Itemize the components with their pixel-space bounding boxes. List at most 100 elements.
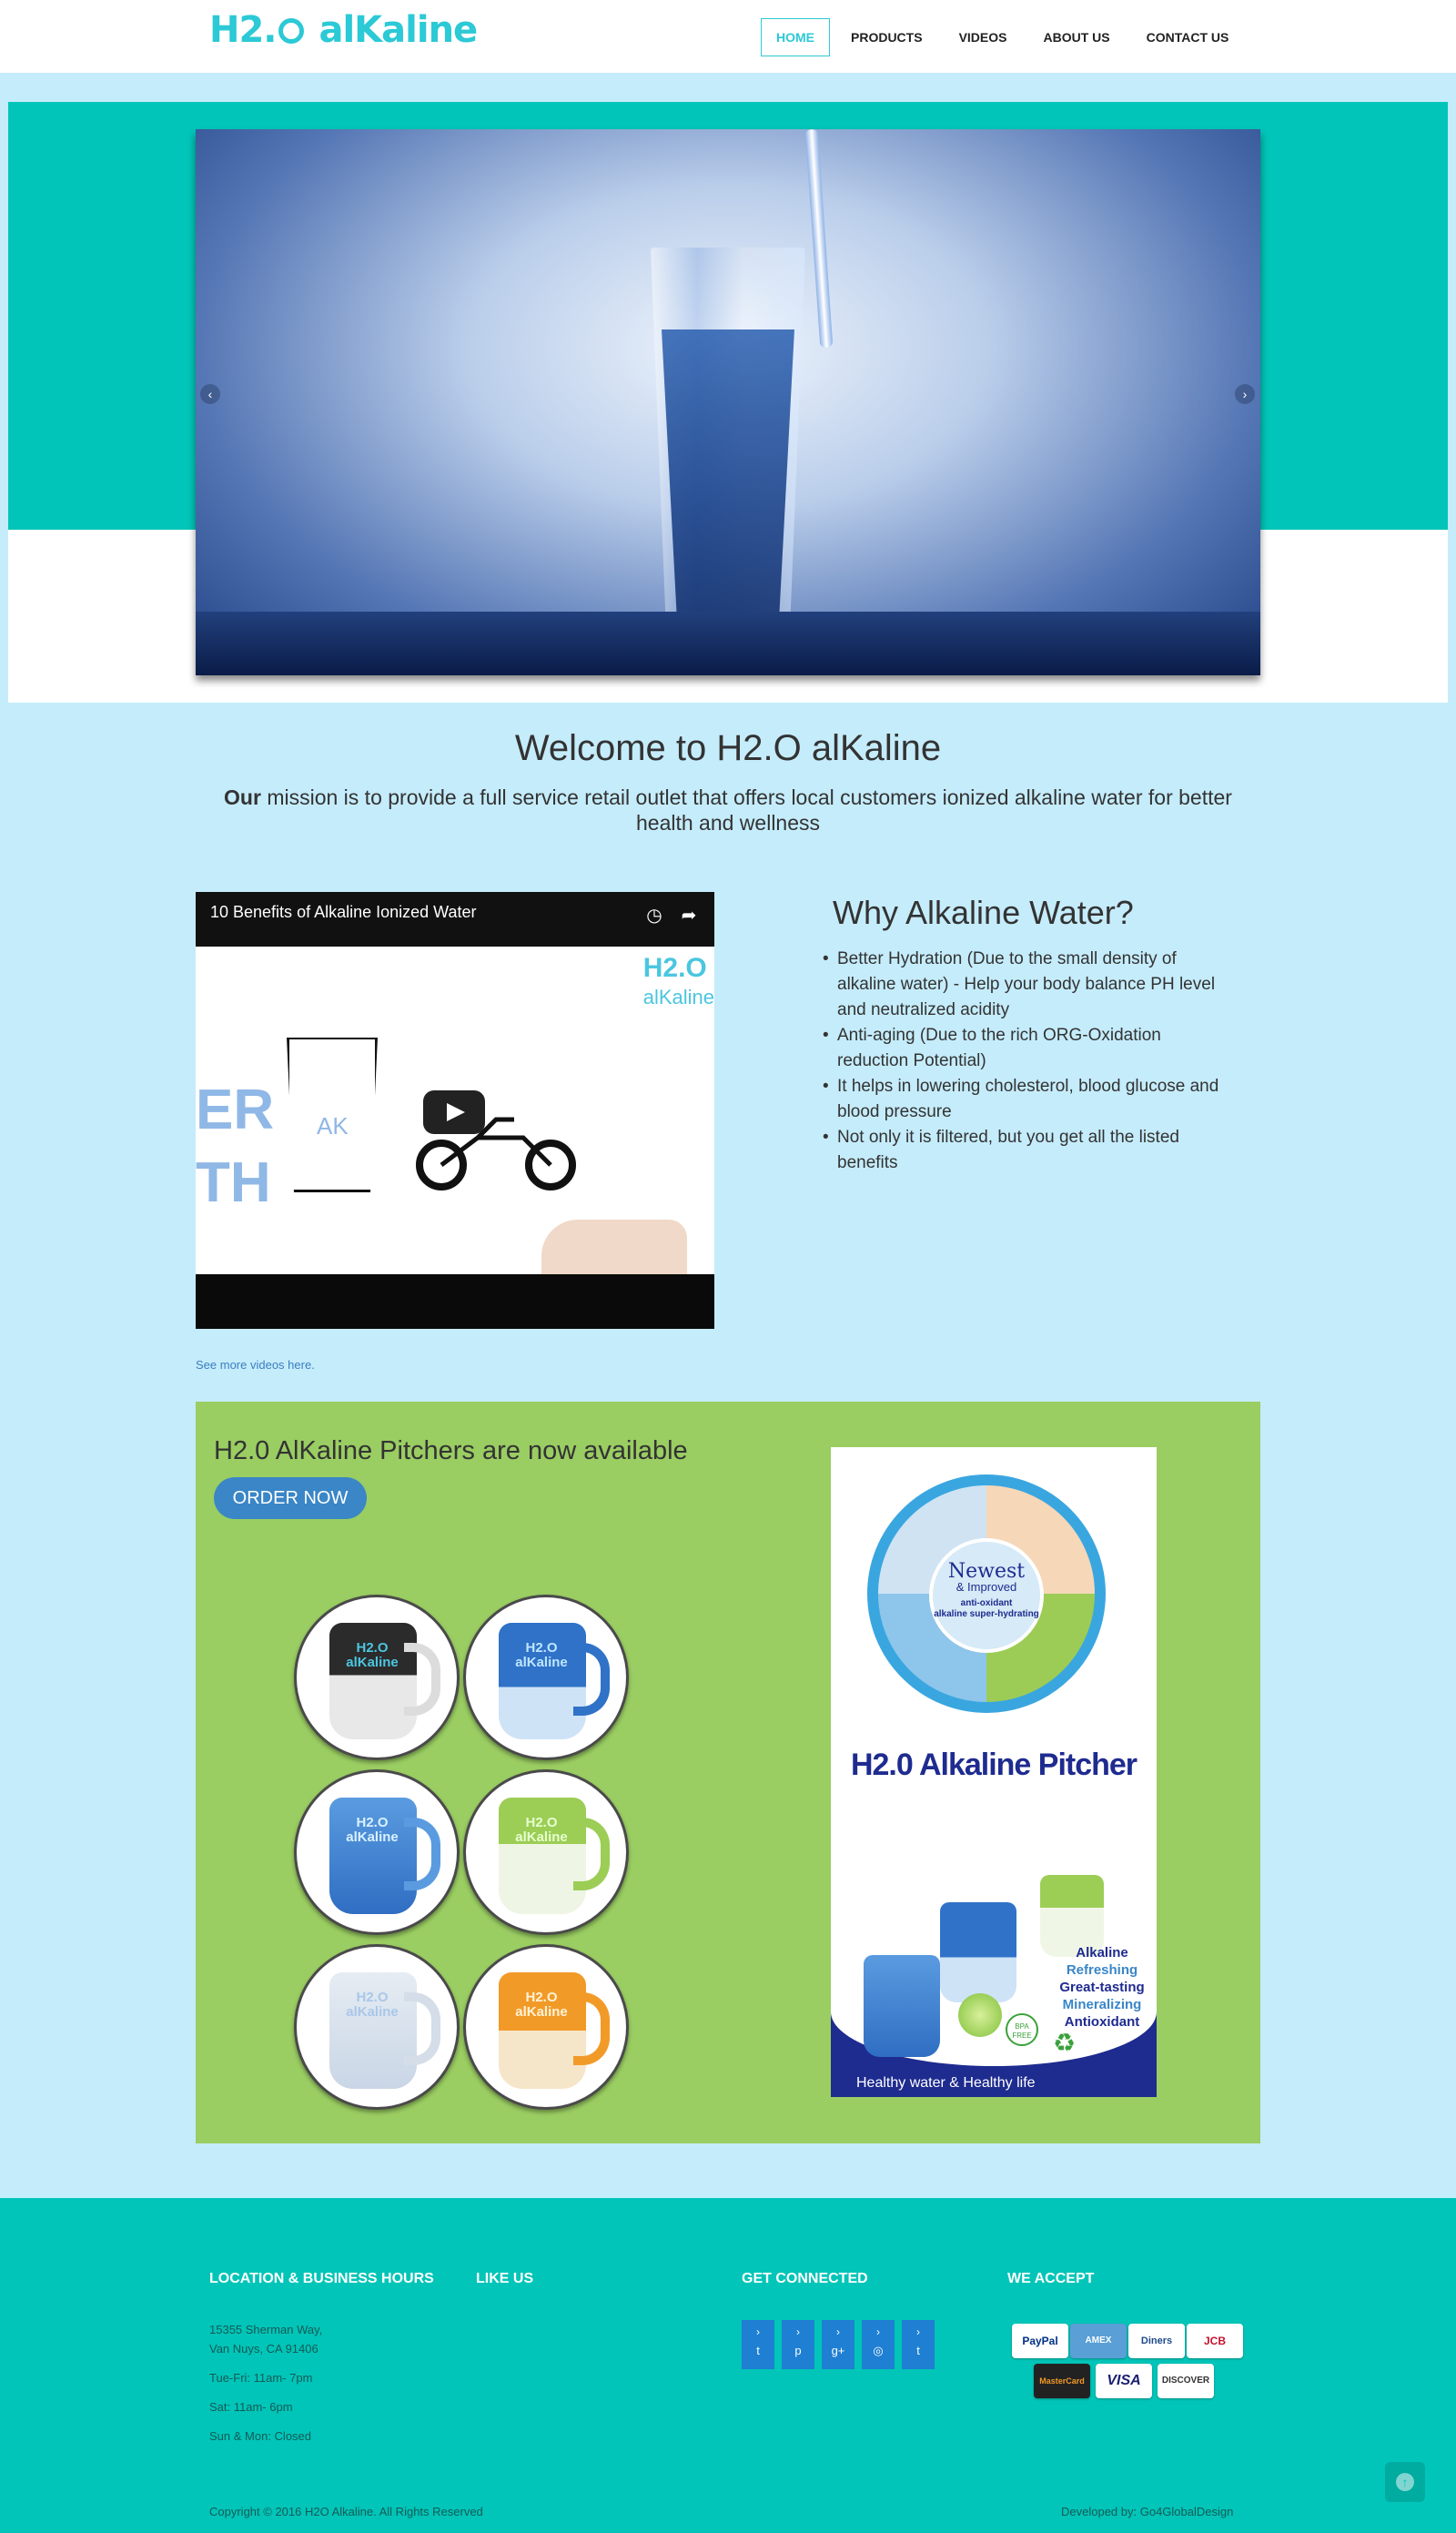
pitcher-orange-image[interactable]: H2.O alKaline bbox=[463, 1944, 629, 2110]
nav-about-us[interactable]: ABOUT US bbox=[1027, 18, 1125, 56]
why-alkaline-title: Why Alkaline Water? bbox=[833, 894, 1134, 931]
lime-image bbox=[958, 1993, 1002, 2037]
pitcher-black-image[interactable]: H2.O alKaline bbox=[294, 1595, 460, 1760]
address-line-2: Van Nuys, CA 91406 bbox=[209, 2342, 318, 2356]
order-now-button[interactable]: ORDER NOW bbox=[214, 1477, 367, 1519]
video-title: 10 Benefits of Alkaline Ionized Water bbox=[210, 903, 477, 921]
google-plus-glyph: g+ bbox=[831, 2344, 845, 2357]
site-footer: LOCATION & BUSINESS HOURS LIKE US GET CO… bbox=[0, 2198, 1456, 2533]
video-brand-bottom: alKaline bbox=[642, 986, 714, 1008]
tumblr-icon[interactable]: › t bbox=[902, 2320, 935, 2369]
video-bottom-bar bbox=[196, 1274, 714, 1329]
share-icon[interactable]: ➦ bbox=[678, 905, 700, 927]
water-in-glass bbox=[662, 329, 794, 630]
pitchers-section: H2.0 AlKaline Pitchers are now available… bbox=[196, 1402, 1260, 2143]
bpa-free-badge: BPA FREE bbox=[1006, 2013, 1038, 2046]
developer-credit[interactable]: Developed by: Go4GlobalDesign bbox=[1061, 2505, 1233, 2518]
address-line-1: 15355 Sherman Way, bbox=[209, 2323, 323, 2336]
pinterest-icon[interactable]: › p bbox=[782, 2320, 814, 2369]
poster-improved: & Improved bbox=[956, 1580, 1017, 1594]
pitcher-logo: H2.O alKaline bbox=[346, 1815, 399, 1845]
pitcher-logo: H2.O alKaline bbox=[515, 1640, 568, 1670]
instagram-glyph: ◎ bbox=[873, 2344, 884, 2357]
table-surface bbox=[196, 612, 1260, 675]
water-stream bbox=[804, 129, 834, 349]
nav-contact-us[interactable]: CONTACT US bbox=[1131, 18, 1245, 56]
watch-later-icon[interactable]: ◷ bbox=[643, 905, 665, 927]
pitcher-logo: H2.O alKaline bbox=[515, 1990, 568, 2020]
welcome-title: Welcome to H2.O alKaline bbox=[514, 728, 942, 768]
get-connected-heading: GET CONNECTED bbox=[742, 2271, 868, 2286]
pitcher-poster[interactable]: Newest & Improved anti-oxidant alkaline … bbox=[831, 1447, 1157, 2097]
pitcher-logo: H2.O alKaline bbox=[346, 1990, 399, 2020]
water-drop-icon bbox=[278, 18, 304, 44]
site-header: H2. alKaline HOME PRODUCTS VIDEOS ABOUT … bbox=[0, 0, 1456, 73]
list-item: It helps in lowering cholesterol, blood … bbox=[823, 1074, 1219, 1125]
poster-tagline-2: alkaline super-hydrating bbox=[934, 1609, 1039, 1619]
pitchers-title: H2.0 AlKaline Pitchers are now available bbox=[214, 1436, 688, 1465]
pitcher-handle bbox=[404, 1818, 440, 1890]
sketch-glass: AK bbox=[287, 1038, 378, 1192]
logo-h2: H2. bbox=[209, 9, 278, 51]
video-brand-top: H2.O bbox=[642, 953, 707, 983]
discover-icon: DISCOVER bbox=[1158, 2364, 1214, 2398]
pitcher-logo: H2.O alKaline bbox=[515, 1815, 568, 1845]
feature-antioxidant: Antioxidant bbox=[1064, 2014, 1140, 2030]
pitcher-blue-image[interactable]: H2.O alKaline bbox=[463, 1595, 629, 1760]
pitcher-handle bbox=[573, 1643, 610, 1716]
pinterest-glyph: p bbox=[794, 2344, 802, 2357]
feature-great-tasting: Great-tasting bbox=[1059, 1980, 1145, 1995]
poster-pitcher-light-blue bbox=[864, 1955, 940, 2057]
jcb-icon: JCB bbox=[1187, 2324, 1243, 2358]
pitcher-handle bbox=[404, 1643, 440, 1716]
address: 15355 Sherman Way, Van Nuys, CA 91406 bbox=[209, 2320, 322, 2358]
pitcher-handle bbox=[573, 1992, 610, 2065]
video-side-text: ER TH bbox=[196, 1079, 275, 1214]
pitcher-logo: H2.O alKaline bbox=[346, 1640, 399, 1670]
nav-videos[interactable]: VIDEOS bbox=[944, 18, 1023, 56]
twitter-icon[interactable]: › t bbox=[742, 2320, 774, 2369]
slider-prev-arrow[interactable]: ‹ bbox=[200, 384, 220, 404]
play-button[interactable] bbox=[423, 1090, 485, 1134]
twitter-glyph: t bbox=[756, 2344, 760, 2357]
google-plus-icon[interactable]: › g+ bbox=[822, 2320, 854, 2369]
like-us-heading: LIKE US bbox=[476, 2271, 534, 2286]
copyright: Copyright © 2016 H2O Alkaline. All Right… bbox=[209, 2505, 483, 2518]
location-heading: LOCATION & BUSINESS HOURS bbox=[209, 2271, 434, 2286]
feature-refreshing: Refreshing bbox=[1066, 1962, 1138, 1978]
poster-tagline-1: anti-oxidant bbox=[960, 1598, 1013, 1608]
logo[interactable]: H2. alKaline bbox=[209, 9, 478, 51]
see-more-videos-link[interactable]: See more videos here. bbox=[196, 1358, 315, 1372]
paypal-icon: PayPal bbox=[1012, 2324, 1068, 2358]
pitcher-green-image[interactable]: H2.O alKaline bbox=[463, 1769, 629, 1935]
pitcher-handle bbox=[573, 1818, 610, 1890]
diners-club-icon: Diners bbox=[1128, 2324, 1185, 2358]
arrow-up-icon: ↑ bbox=[1396, 2473, 1414, 2491]
benefits-list: Better Hydration (Due to the small densi… bbox=[823, 947, 1219, 1176]
instagram-icon[interactable]: › ◎ bbox=[862, 2320, 895, 2369]
pitcher-white-image[interactable]: H2.O alKaline bbox=[294, 1944, 460, 2110]
feature-mineralizing: Mineralizing bbox=[1062, 1997, 1142, 2012]
tumblr-glyph: t bbox=[916, 2344, 920, 2357]
poster-title: H2.0 Alkaline Pitcher bbox=[850, 1748, 1138, 1782]
poster-features: Alkaline Refreshing Great-tasting Minera… bbox=[1047, 1944, 1157, 2031]
slider-next-arrow[interactable]: › bbox=[1235, 384, 1255, 404]
scroll-to-top-button[interactable]: ↑ bbox=[1385, 2462, 1425, 2502]
feature-alkaline: Alkaline bbox=[1076, 1945, 1128, 1961]
poster-newest: Newest bbox=[947, 1560, 1026, 1583]
we-accept-heading: WE ACCEPT bbox=[1007, 2271, 1095, 2286]
visa-icon: VISA bbox=[1096, 2364, 1152, 2398]
video-player[interactable]: H2.O alKaline ER TH AK 10 Benefits of Alka… bbox=[196, 892, 714, 1329]
main-nav: HOME PRODUCTS VIDEOS ABOUT US CONTACT US bbox=[761, 18, 1249, 56]
sketch-glass-label: AK bbox=[317, 1112, 349, 1140]
poster-footer-text: Healthy water & Healthy life bbox=[856, 2075, 1036, 2091]
recycle-icon: ♻ bbox=[1053, 2029, 1077, 2057]
nav-products[interactable]: PRODUCTS bbox=[835, 18, 938, 56]
pitcher-handle bbox=[404, 1992, 440, 2065]
video-title-bar: 10 Benefits of Alkaline Ionized Water ◷ … bbox=[196, 892, 714, 947]
pitcher-light-blue-image[interactable]: H2.O alKaline bbox=[294, 1769, 460, 1935]
list-item: Anti-aging (Due to the rich ORG-Oxidatio… bbox=[823, 1023, 1219, 1074]
nav-home[interactable]: HOME bbox=[761, 18, 830, 56]
mastercard-icon: MasterCard bbox=[1034, 2364, 1090, 2398]
poster-pitcher-blue bbox=[940, 1902, 1016, 2002]
